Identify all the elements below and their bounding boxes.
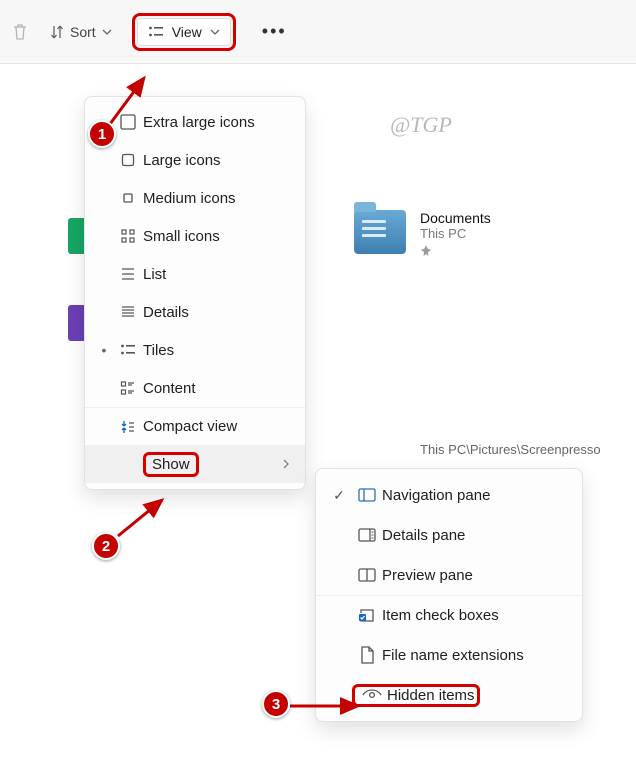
annotation-badge-2: 2: [92, 532, 120, 560]
submenu-item-file-name-extensions[interactable]: File name extensions: [316, 635, 582, 675]
tile-location: This PC: [420, 226, 491, 241]
section-path: This PC\Pictures\Screenpresso: [420, 442, 601, 457]
submenu-item-details-pane[interactable]: Details pane: [316, 515, 582, 555]
delete-button[interactable]: [8, 17, 32, 47]
medium-icons-icon: [120, 190, 136, 206]
view-menu: Extra large icons Large icons Medium ico…: [84, 96, 306, 490]
hidden-items-highlight: Hidden items: [352, 684, 480, 707]
annotation-arrow-3: [288, 696, 366, 716]
view-icon: [148, 25, 164, 39]
menu-item-details[interactable]: Details: [85, 293, 305, 331]
chevron-down-icon: [102, 27, 112, 37]
menu-item-list[interactable]: List: [85, 255, 305, 293]
folder-icon: [354, 210, 406, 254]
more-button[interactable]: •••: [262, 21, 287, 42]
check-icon: ✓: [326, 487, 352, 504]
chevron-right-icon: [281, 457, 291, 473]
show-submenu: ✓ Navigation pane Details pane Preview p…: [315, 468, 583, 722]
view-button-highlight: View: [132, 13, 236, 51]
small-icons-icon: [120, 228, 136, 244]
menu-item-small-icons[interactable]: Small icons: [85, 217, 305, 255]
quick-access-tile[interactable]: Documents This PC: [354, 210, 491, 260]
menu-item-large-icons[interactable]: Large icons: [85, 141, 305, 179]
selected-bullet-icon: •: [95, 342, 113, 358]
submenu-item-navigation-pane[interactable]: ✓ Navigation pane: [316, 475, 582, 515]
command-bar: Sort View •••: [0, 0, 636, 64]
details-pane-icon: [358, 528, 376, 542]
menu-item-show[interactable]: Show: [85, 445, 305, 483]
preview-pane-icon: [358, 568, 376, 582]
view-button[interactable]: View: [137, 18, 231, 46]
menu-item-content[interactable]: Content: [85, 369, 305, 407]
show-highlight: Show: [143, 452, 199, 477]
trash-icon: [12, 23, 28, 41]
annotation-badge-1: 1: [88, 120, 116, 148]
annotation-badge-3: 3: [262, 690, 290, 718]
details-icon: [120, 304, 136, 320]
menu-item-compact-view[interactable]: Compact view: [85, 407, 305, 445]
file-extensions-icon: [360, 646, 375, 664]
large-icons-icon: [120, 152, 136, 168]
sort-button[interactable]: Sort: [40, 18, 122, 46]
item-check-boxes-icon: [358, 608, 376, 624]
compact-view-icon: [120, 419, 136, 435]
pin-icon: [420, 245, 491, 260]
chevron-down-icon: [210, 27, 220, 37]
tiles-icon: [120, 343, 136, 357]
sort-icon: [50, 24, 64, 40]
tile-name: Documents: [420, 210, 491, 226]
list-icon: [120, 266, 136, 282]
view-label: View: [172, 24, 202, 40]
watermark-text: @TGP: [390, 112, 452, 138]
menu-item-medium-icons[interactable]: Medium icons: [85, 179, 305, 217]
submenu-item-preview-pane[interactable]: Preview pane: [316, 555, 582, 595]
annotation-arrow-2: [112, 494, 176, 540]
content-icon: [120, 380, 136, 396]
tile-meta: Documents This PC: [420, 210, 491, 260]
sort-label: Sort: [70, 24, 96, 40]
menu-item-tiles[interactable]: • Tiles: [85, 331, 305, 369]
submenu-item-item-check-boxes[interactable]: Item check boxes: [316, 595, 582, 635]
navigation-pane-icon: [358, 488, 376, 502]
annotation-arrow-1: [104, 70, 164, 130]
